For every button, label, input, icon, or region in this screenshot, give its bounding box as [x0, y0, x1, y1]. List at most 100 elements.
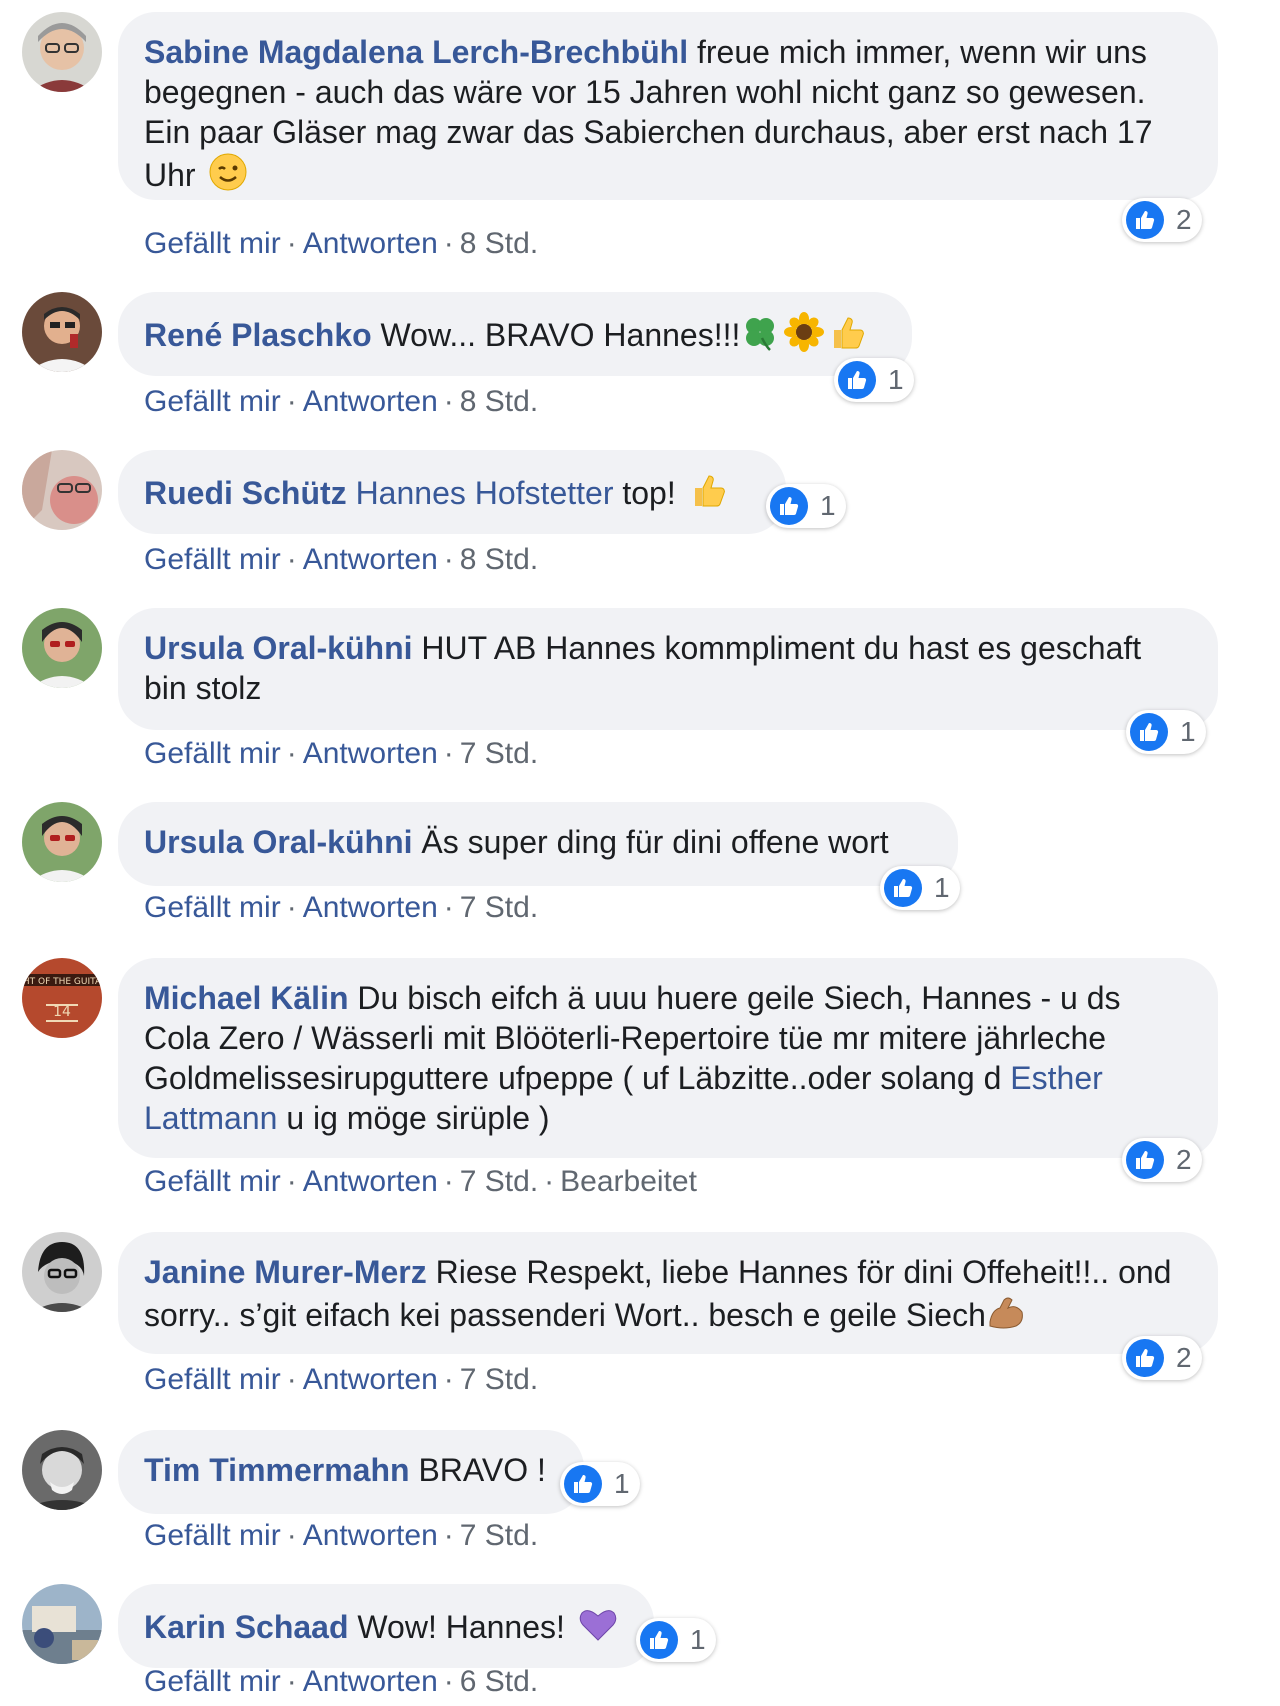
timestamp[interactable]: 7 Std.	[460, 737, 538, 770]
thumbs-up-icon	[1126, 1141, 1164, 1179]
avatar[interactable]	[22, 292, 102, 372]
avatar[interactable]	[22, 450, 102, 530]
reply-link[interactable]: Antworten	[303, 891, 438, 924]
timestamp[interactable]: 6 Std.	[460, 1665, 538, 1698]
comment-bubble: Tim Timmermahn BRAVO !	[118, 1430, 584, 1514]
comment-author[interactable]: Karin Schaad	[144, 1609, 349, 1645]
thumbs-up-icon	[1126, 1339, 1164, 1377]
comment-actions: Gefällt mir · Antworten · 7 Std.	[144, 1519, 539, 1552]
timestamp[interactable]: 7 Std.	[460, 1363, 538, 1396]
comment-author[interactable]: Tim Timmermahn	[144, 1452, 410, 1488]
thumbs-up-emoji	[828, 312, 868, 352]
avatar[interactable]	[22, 1584, 102, 1664]
reaction-count[interactable]: 1	[636, 1618, 716, 1662]
comment-actions: Gefällt mir · Antworten · 7 Std.	[144, 737, 539, 770]
comment-author[interactable]: Michael Kälin	[144, 980, 349, 1016]
comment-bubble: Ursula Oral-kühni Äs super ding für dini…	[118, 802, 958, 886]
timestamp[interactable]: 8 Std.	[460, 227, 538, 260]
timestamp[interactable]: 8 Std.	[460, 543, 538, 576]
reply-link[interactable]: Antworten	[303, 1665, 438, 1698]
like-link[interactable]: Gefällt mir	[144, 227, 281, 260]
thumbs-up-icon	[564, 1465, 602, 1503]
reply-link[interactable]: Antworten	[303, 227, 438, 260]
reaction-number: 2	[1176, 1144, 1192, 1175]
avatar[interactable]	[22, 802, 102, 882]
comment-actions: Gefällt mir · Antworten · 7 Std.	[144, 891, 539, 924]
reaction-number: 1	[614, 1468, 630, 1499]
comment-text: Wow! Hannes!	[357, 1609, 565, 1645]
timestamp[interactable]: 8 Std.	[460, 385, 538, 418]
avatar[interactable]	[22, 608, 102, 688]
comment-actions: Gefällt mir · Antworten · 7 Std. · Bearbeitet	[144, 1165, 697, 1198]
like-link[interactable]: Gefällt mir	[144, 1363, 281, 1396]
edited-label[interactable]: Bearbeitet	[560, 1165, 697, 1198]
timestamp[interactable]: 7 Std.	[460, 1519, 538, 1552]
like-link[interactable]: Gefällt mir	[144, 1519, 281, 1552]
comment-actions: Gefällt mir · Antworten · 6 Std.	[144, 1665, 539, 1698]
comment-author[interactable]: Sabine Magdalena Lerch-Brechbühl	[144, 34, 688, 70]
avatar[interactable]	[22, 12, 102, 92]
reaction-number: 1	[888, 364, 904, 395]
comment-author[interactable]: Janine Murer-Merz	[144, 1254, 427, 1290]
like-link[interactable]: Gefällt mir	[144, 737, 281, 770]
purple-heart-icon	[578, 1604, 618, 1644]
thumbs-up-icon	[838, 361, 876, 399]
reaction-count[interactable]: 1	[1126, 710, 1206, 754]
reply-link[interactable]: Antworten	[303, 543, 438, 576]
comment-actions: Gefällt mir · Antworten · 8 Std.	[144, 385, 539, 418]
comment-bubble: René Plaschko Wow... BRAVO Hannes!!!	[118, 292, 912, 376]
comment-author[interactable]: Ruedi Schütz	[144, 475, 347, 511]
avatar[interactable]	[22, 1232, 102, 1312]
comment-bubble: Sabine Magdalena Lerch-Brechbühl freue m…	[118, 12, 1218, 200]
reaction-number: 1	[1180, 716, 1196, 747]
reaction-count[interactable]: 1	[880, 866, 960, 910]
comment-actions: Gefällt mir · Antworten · 8 Std.	[144, 227, 539, 260]
sunflower-icon	[784, 312, 825, 352]
comment-bubble: Janine Murer-Merz Riese Respekt, liebe H…	[118, 1232, 1218, 1354]
reaction-count[interactable]: 1	[560, 1462, 640, 1506]
thumbs-up-icon	[1130, 713, 1168, 751]
flexed-biceps-icon	[986, 1292, 1026, 1332]
svg-text:HT OF THE GUITA: HT OF THE GUITA	[23, 977, 102, 987]
thumbs-up-icon	[884, 869, 922, 907]
reaction-number: 2	[1176, 1342, 1192, 1373]
svg-text:14: 14	[53, 1004, 71, 1020]
reaction-count[interactable]: 1	[834, 358, 914, 402]
comment-text: top!	[622, 475, 676, 511]
comment-actions: Gefällt mir · Antworten · 7 Std.	[144, 1363, 539, 1396]
comment-bubble: Ursula Oral-kühni HUT AB Hannes kommplim…	[118, 608, 1218, 730]
reaction-count[interactable]: 2	[1122, 198, 1202, 242]
reaction-number: 1	[820, 490, 836, 521]
mention-link[interactable]: Hannes Hofstetter	[356, 475, 614, 511]
reaction-count[interactable]: 1	[766, 484, 846, 528]
reply-link[interactable]: Antworten	[303, 737, 438, 770]
thumbs-up-icon	[1126, 201, 1164, 239]
like-link[interactable]: Gefällt mir	[144, 385, 281, 418]
reply-link[interactable]: Antworten	[303, 385, 438, 418]
comment-author[interactable]: Ursula Oral-kühni	[144, 630, 413, 666]
timestamp[interactable]: 7 Std.	[460, 1165, 538, 1198]
comment-text: Wow... BRAVO Hannes!!!	[380, 317, 741, 353]
avatar[interactable]	[22, 1430, 102, 1510]
reply-link[interactable]: Antworten	[303, 1165, 438, 1198]
reaction-number: 1	[690, 1624, 706, 1655]
reaction-number: 2	[1176, 204, 1192, 235]
reaction-count[interactable]: 2	[1122, 1336, 1202, 1380]
timestamp[interactable]: 7 Std.	[460, 891, 538, 924]
like-link[interactable]: Gefällt mir	[144, 1165, 281, 1198]
comment-text: BRAVO !	[418, 1452, 546, 1488]
reply-link[interactable]: Antworten	[303, 1363, 438, 1396]
comment-bubble: Karin Schaad Wow! Hannes!	[118, 1584, 654, 1668]
like-link[interactable]: Gefällt mir	[144, 543, 281, 576]
reply-link[interactable]: Antworten	[303, 1519, 438, 1552]
comment-author[interactable]: René Plaschko	[144, 317, 372, 353]
like-link[interactable]: Gefällt mir	[144, 891, 281, 924]
winking-face-icon	[208, 152, 248, 192]
thumbs-up-emoji	[689, 470, 729, 510]
like-link[interactable]: Gefällt mir	[144, 1665, 281, 1698]
reaction-count[interactable]: 2	[1122, 1138, 1202, 1182]
comment-author[interactable]: Ursula Oral-kühni	[144, 824, 413, 860]
comment-actions: Gefällt mir · Antworten · 8 Std.	[144, 543, 539, 576]
avatar[interactable]: HT OF THE GUITA 14	[22, 958, 102, 1038]
comment-text: Äs super ding für dini offene wort	[421, 824, 889, 860]
